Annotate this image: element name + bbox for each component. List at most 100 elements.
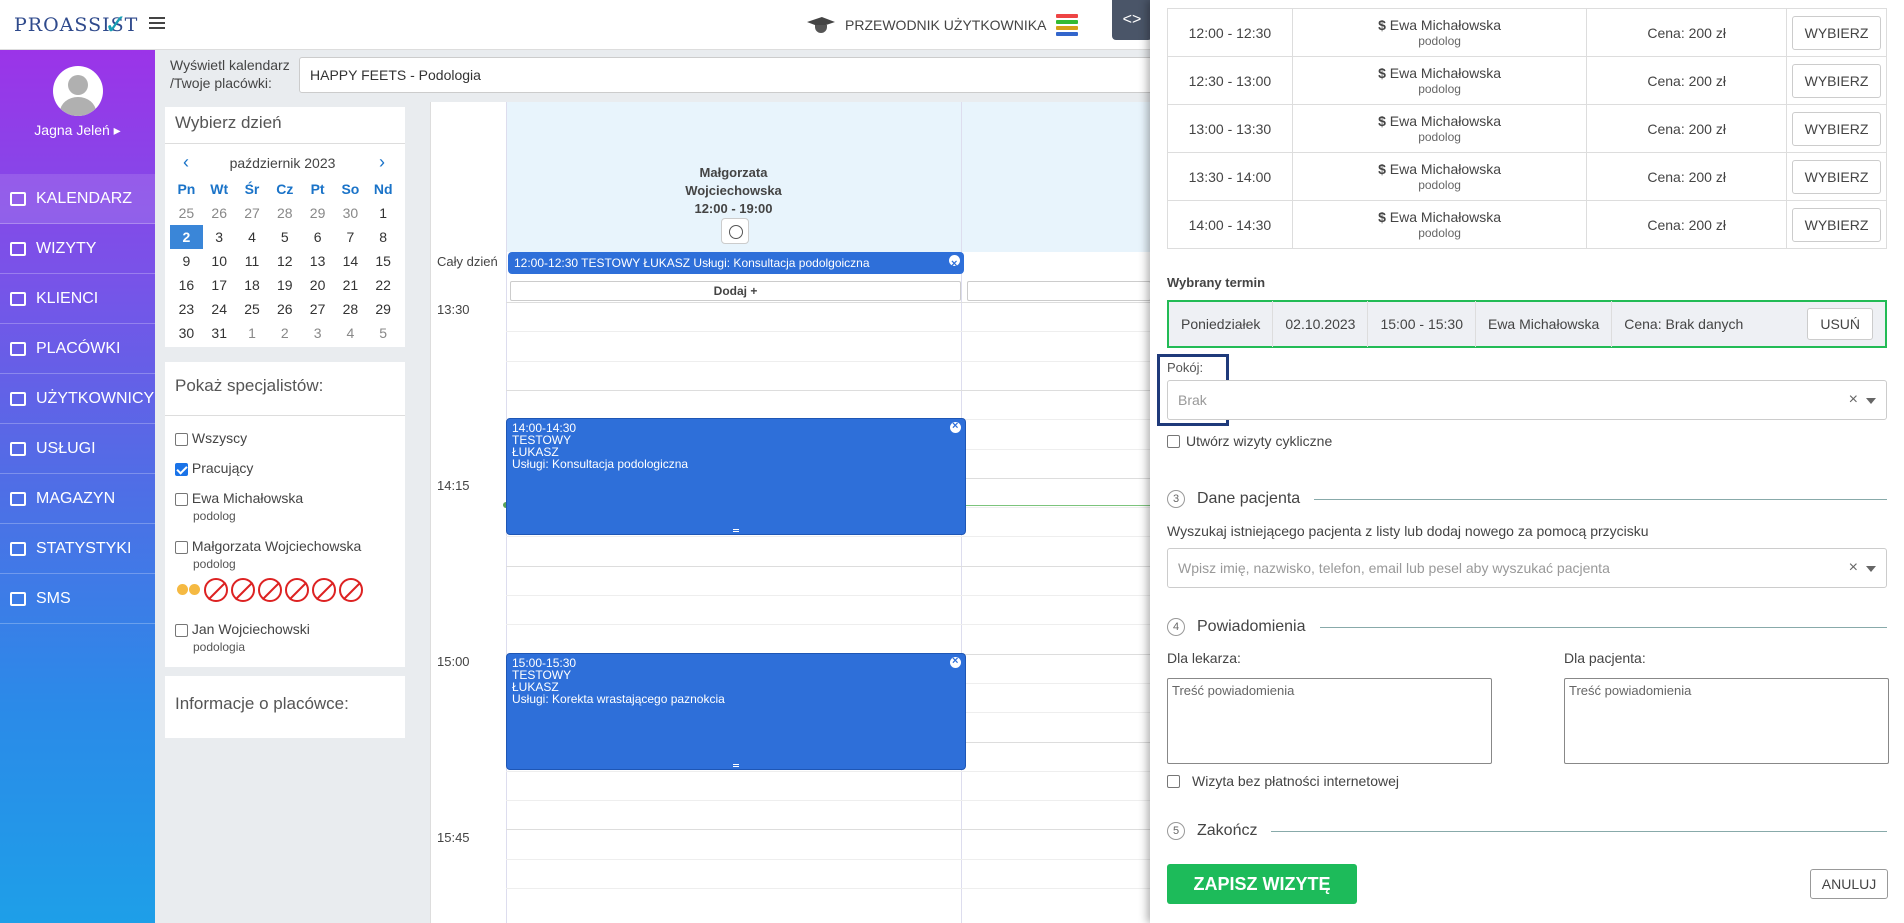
- event-close-icon[interactable]: [950, 420, 961, 433]
- choose-slot-button[interactable]: WYBIERZ: [1791, 159, 1882, 194]
- calendar-day[interactable]: 8: [367, 225, 400, 249]
- calendar-day[interactable]: 18: [236, 273, 269, 297]
- nav-item-usługi[interactable]: USŁUGI: [0, 424, 155, 474]
- avatar[interactable]: [53, 66, 103, 116]
- add-event-button-secondary[interactable]: [967, 281, 1151, 301]
- calendar-day[interactable]: 11: [236, 249, 269, 273]
- calendar-day[interactable]: 30: [334, 201, 367, 225]
- nav-item-wizyty[interactable]: WIZYTY: [0, 224, 155, 274]
- doctor-notification-textarea[interactable]: Treść powiadomienia: [1167, 678, 1492, 764]
- calendar-day[interactable]: 4: [236, 225, 269, 249]
- choose-slot-button[interactable]: WYBIERZ: [1791, 15, 1882, 50]
- calendar-day[interactable]: 25: [236, 297, 269, 321]
- nav-item-klienci[interactable]: KLIENCI: [0, 274, 155, 324]
- calendar-day[interactable]: 15: [367, 249, 400, 273]
- nav-item-statystyki[interactable]: STATYSTYKI: [0, 524, 155, 574]
- calendar-day[interactable]: 17: [203, 273, 236, 297]
- calendar-day[interactable]: 24: [203, 297, 236, 321]
- clear-icon[interactable]: ×: [1849, 559, 1858, 577]
- specialist-checkbox[interactable]: [175, 540, 188, 554]
- choose-slot-button[interactable]: WYBIERZ: [1791, 63, 1882, 98]
- user-guide-link[interactable]: PRZEWODNIK UŻYTKOWNIKA: [807, 14, 1079, 36]
- calendar-day[interactable]: 2: [170, 225, 203, 249]
- user-name[interactable]: Jagna Jeleń ▸: [0, 122, 155, 139]
- calendar-day[interactable]: 26: [268, 297, 301, 321]
- patient-notification-textarea[interactable]: Treść powiadomienia: [1564, 678, 1889, 764]
- calendar-day[interactable]: 12: [268, 249, 301, 273]
- specialist-checkbox[interactable]: [175, 432, 188, 446]
- specialist-filter-item[interactable]: Wszyscy: [175, 430, 247, 446]
- location-select[interactable]: HAPPY FEETS - Podologia: [299, 57, 1159, 93]
- room-select[interactable]: Brak ×: [1167, 380, 1887, 420]
- specialist-filter-item[interactable]: Małgorzata Wojciechowska podolog: [175, 538, 361, 571]
- calendar-day[interactable]: 27: [301, 297, 334, 321]
- add-event-button[interactable]: Dodaj +: [510, 281, 961, 301]
- panel-toggle-button[interactable]: <>: [1112, 0, 1152, 40]
- cyclic-visits-row[interactable]: Utwórz wizyty cykliczne: [1167, 433, 1332, 449]
- calendar-day[interactable]: 29: [367, 297, 400, 321]
- chevron-down-icon[interactable]: [1866, 566, 1876, 572]
- specialist-filter-item[interactable]: Jan Wojciechowski podologia: [175, 621, 310, 654]
- no-payment-checkbox[interactable]: [1167, 774, 1180, 788]
- specialist-checkbox[interactable]: [175, 492, 188, 506]
- calendar-day[interactable]: 16: [170, 273, 203, 297]
- calendar-day[interactable]: 28: [268, 201, 301, 225]
- specialist-filter-item[interactable]: Ewa Michałowska podolog: [175, 490, 303, 523]
- calendar-day[interactable]: 9: [170, 249, 203, 273]
- calendar-day[interactable]: 23: [170, 297, 203, 321]
- calendar-day[interactable]: 13: [301, 249, 334, 273]
- specialist-filter-item[interactable]: Pracujący: [175, 460, 253, 476]
- choose-slot-button[interactable]: WYBIERZ: [1791, 111, 1882, 146]
- calendar-event[interactable]: 14:00-14:30 TESTOWY ŁUKASZ Usługi: Konsu…: [506, 418, 966, 535]
- event-close-icon[interactable]: [950, 655, 961, 668]
- calendar-day[interactable]: 6: [301, 225, 334, 249]
- calendar-day[interactable]: 28: [334, 297, 367, 321]
- nav-item-użytkownicy[interactable]: UŻYTKOWNICY: [0, 374, 155, 424]
- save-visit-button[interactable]: ZAPISZ WIZYTĘ: [1167, 864, 1357, 904]
- calendar-day[interactable]: 3: [301, 321, 334, 345]
- calendar-day[interactable]: 19: [268, 273, 301, 297]
- calendar-day[interactable]: 29: [301, 201, 334, 225]
- menu-icon[interactable]: [149, 17, 165, 29]
- chevron-down-icon[interactable]: [1866, 398, 1876, 404]
- patient-search-input[interactable]: Wpisz imię, nazwisko, telefon, email lub…: [1167, 548, 1887, 588]
- resize-handle[interactable]: [733, 529, 739, 532]
- calendar-day[interactable]: 31: [203, 321, 236, 345]
- specialist-column-header[interactable]: Małgorzata Wojciechowska 12:00 - 19:00: [506, 164, 961, 218]
- calendar-day[interactable]: 25: [170, 201, 203, 225]
- calendar-day[interactable]: 4: [334, 321, 367, 345]
- calendar-day[interactable]: 7: [334, 225, 367, 249]
- specialist-checkbox[interactable]: [175, 623, 188, 637]
- choose-slot-button[interactable]: WYBIERZ: [1791, 207, 1882, 242]
- event-close-icon[interactable]: [949, 253, 960, 274]
- calendar-day[interactable]: 5: [367, 321, 400, 345]
- remove-term-button[interactable]: USUŃ: [1807, 308, 1873, 340]
- cancel-button[interactable]: ANULUJ: [1810, 869, 1888, 899]
- all-day-event[interactable]: 12:00-12:30 TESTOWY ŁUKASZ Usługi: Konsu…: [508, 252, 964, 274]
- calendar-day[interactable]: 30: [170, 321, 203, 345]
- clock-button[interactable]: [721, 218, 749, 244]
- calendar-day[interactable]: 26: [203, 201, 236, 225]
- calendar-day[interactable]: 22: [367, 273, 400, 297]
- calendar-event[interactable]: 15:00-15:30 TESTOWY ŁUKASZ Usługi: Korek…: [506, 653, 966, 770]
- next-month-button[interactable]: ›: [379, 152, 385, 173]
- calendar-day[interactable]: 27: [236, 201, 269, 225]
- cyclic-visits-checkbox[interactable]: [1167, 434, 1180, 448]
- calendar-day[interactable]: 3: [203, 225, 236, 249]
- nav-item-sms[interactable]: SMS: [0, 574, 155, 624]
- nav-item-kalendarz[interactable]: KALENDARZ: [0, 174, 155, 224]
- calendar-day[interactable]: 20: [301, 273, 334, 297]
- calendar-day[interactable]: 14: [334, 249, 367, 273]
- calendar-day[interactable]: 5: [268, 225, 301, 249]
- calendar-day[interactable]: 1: [367, 201, 400, 225]
- nav-item-magazyn[interactable]: MAGAZYN: [0, 474, 155, 524]
- clear-icon[interactable]: ×: [1849, 391, 1858, 409]
- calendar-day[interactable]: 1: [236, 321, 269, 345]
- calendar-day[interactable]: 21: [334, 273, 367, 297]
- calendar-day[interactable]: 10: [203, 249, 236, 273]
- calendar-day[interactable]: 2: [268, 321, 301, 345]
- nav-item-placówki[interactable]: PLACÓWKI: [0, 324, 155, 374]
- no-payment-row[interactable]: Wizyta bez płatności internetowej: [1167, 773, 1399, 789]
- specialist-checkbox[interactable]: [175, 462, 188, 476]
- resize-handle[interactable]: [733, 764, 739, 767]
